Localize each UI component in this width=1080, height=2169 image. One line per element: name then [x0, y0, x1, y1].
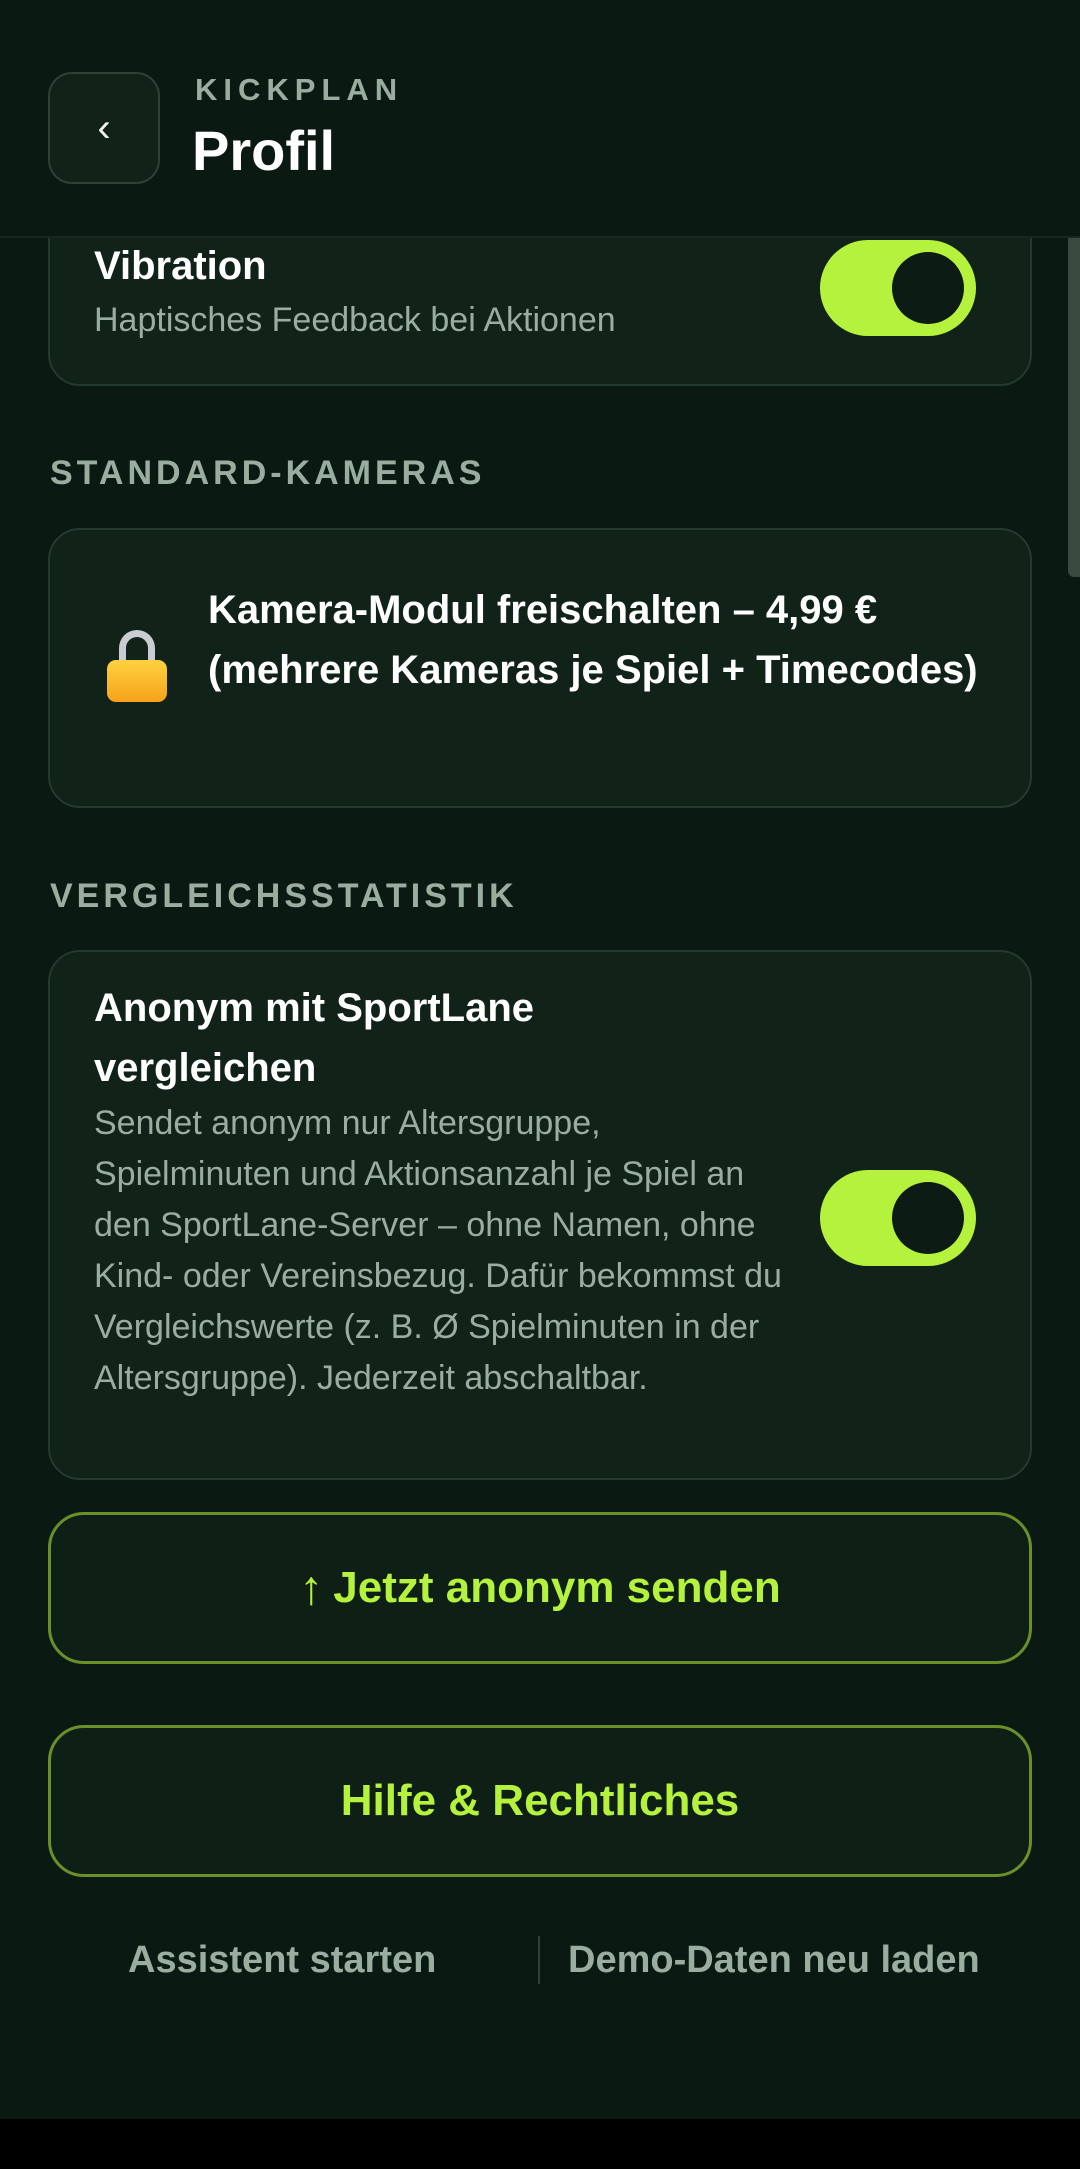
footer-divider — [538, 1936, 540, 1984]
comparison-toggle[interactable] — [820, 1170, 976, 1266]
send-anonymous-label: Jetzt anonym senden — [333, 1563, 781, 1612]
section-label-comparison: VERGLEICHSSTATISTIK — [50, 877, 518, 915]
back-button[interactable]: ‹ — [48, 72, 160, 184]
camera-unlock-card[interactable]: Kamera-Modul freischalten – 4,99 € (mehr… — [48, 528, 1032, 808]
start-assistant-link[interactable]: Assistent starten — [128, 1932, 436, 1988]
lock-icon — [107, 630, 167, 702]
vibration-description: Haptisches Feedback bei Aktionen — [94, 301, 616, 339]
toggle-knob — [892, 252, 964, 324]
system-navigation-bar — [0, 2119, 1080, 2169]
app-brand: KICKPLAN — [195, 72, 404, 107]
comparison-card: Anonym mit SportLane vergleichen Sendet … — [48, 950, 1032, 1480]
vibration-toggle[interactable] — [820, 240, 976, 336]
toggle-knob — [892, 1182, 964, 1254]
app-header: ‹ KICKPLAN Profil — [0, 0, 1080, 238]
arrow-up-icon: ↑ — [299, 1561, 324, 1615]
comparison-title: Anonym mit SportLane vergleichen — [94, 986, 535, 1090]
chevron-left-icon: ‹ — [97, 106, 111, 150]
camera-unlock-text: Kamera-Modul freischalten – 4,99 € (mehr… — [208, 588, 978, 692]
scrollbar[interactable] — [1068, 232, 1080, 577]
help-legal-button[interactable]: Hilfe & Rechtliches — [48, 1725, 1032, 1877]
send-anonymous-button[interactable]: ↑ Jetzt anonym senden — [48, 1512, 1032, 1664]
page-title: Profil — [192, 119, 336, 182]
help-legal-label: Hilfe & Rechtliches — [340, 1776, 740, 1825]
section-label-cameras: STANDARD-KAMERAS — [50, 454, 486, 492]
reload-demo-data-link[interactable]: Demo-Daten neu laden — [568, 1932, 980, 1988]
vibration-title: Vibration — [94, 244, 267, 288]
comparison-description: Sendet anonym nur Altersgruppe, Spielmin… — [94, 1104, 782, 1397]
